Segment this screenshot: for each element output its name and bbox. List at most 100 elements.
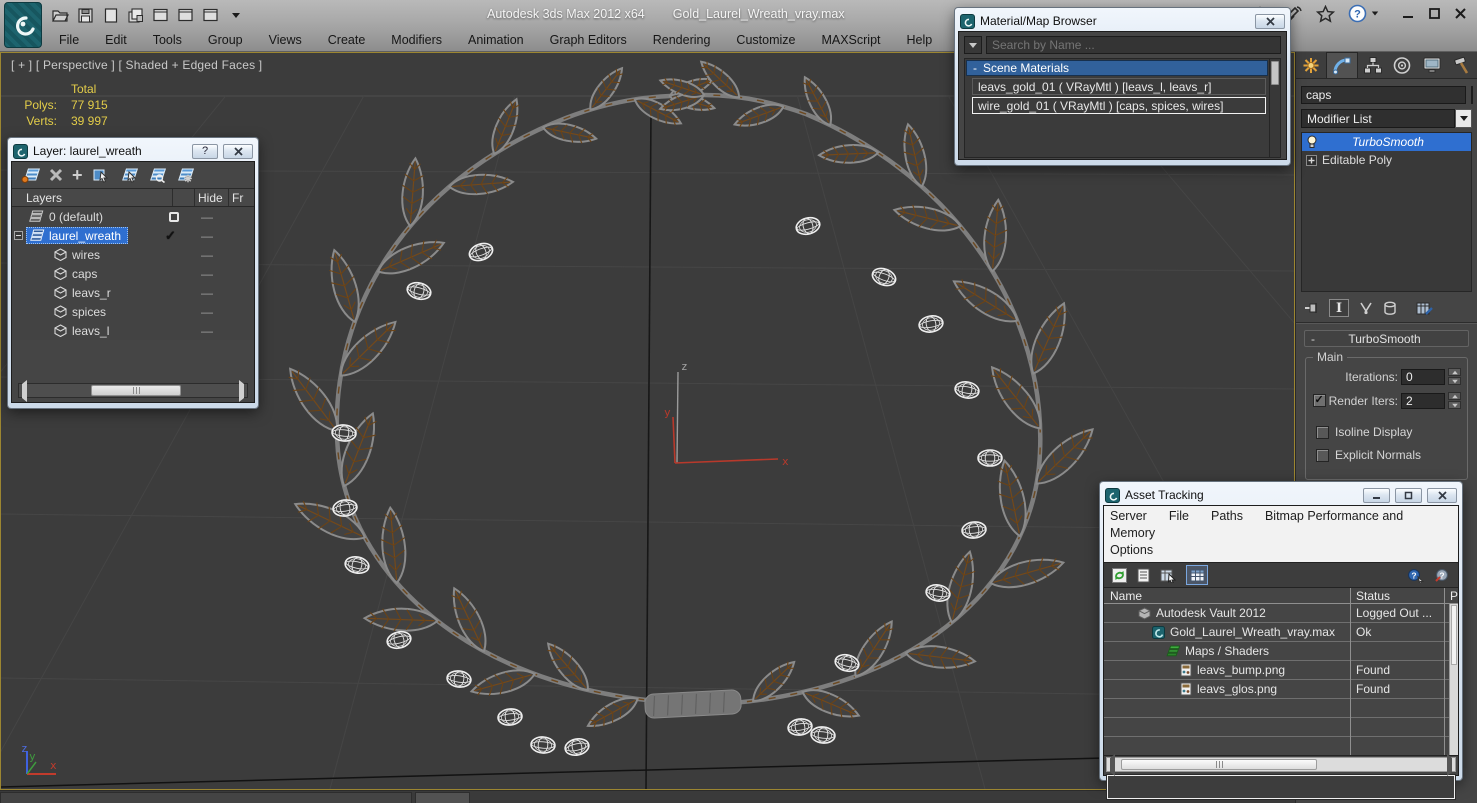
tab-create[interactable] [1296, 52, 1326, 78]
object-color-swatch[interactable] [1471, 86, 1473, 104]
turbosmooth-rollout-header[interactable]: - TurboSmooth [1304, 330, 1469, 347]
material-browser-close-button[interactable] [1255, 13, 1285, 29]
menu-animation[interactable]: Animation [455, 33, 537, 47]
viewport-label[interactable]: [ + ] [ Perspective ] [ Shaded + Edged F… [11, 58, 262, 72]
iterations-field[interactable]: 0 [1401, 368, 1445, 385]
hide-toggle[interactable]: — [190, 286, 224, 300]
tab-display[interactable] [1417, 52, 1447, 78]
menu-maxscript[interactable]: MAXScript [808, 33, 893, 47]
report-view-icon[interactable] [1137, 568, 1150, 583]
refresh-icon[interactable] [1112, 567, 1127, 583]
fetch-icon[interactable] [202, 7, 219, 24]
current-layer-check[interactable]: ✓ [165, 228, 176, 244]
menu-views[interactable]: Views [256, 33, 315, 47]
redo-icon[interactable] [177, 7, 194, 24]
tab-hierarchy[interactable] [1358, 52, 1388, 78]
menu-graph-editors[interactable]: Graph Editors [537, 33, 640, 47]
highlight-layer-icon[interactable] [147, 167, 166, 183]
scrollbar-thumb[interactable] [91, 385, 181, 396]
menu-tools[interactable]: Tools [140, 33, 195, 47]
tab-utilities[interactable] [1447, 52, 1477, 78]
material-item-leavs-gold[interactable]: leavs_gold_01 ( VRayMtl ) [leavs_l, leav… [972, 78, 1266, 95]
menu-server[interactable]: Server [1110, 509, 1147, 523]
asset-tracking-titlebar[interactable]: Asset Tracking [1103, 485, 1459, 505]
menu-group[interactable]: Group [195, 33, 256, 47]
toolbar-caret-down-icon[interactable] [227, 7, 244, 24]
menu-edit[interactable]: Edit [92, 33, 140, 47]
object-name-field[interactable] [1301, 86, 1466, 104]
asset-vertical-scrollbar[interactable] [1449, 604, 1458, 755]
column-hide[interactable]: Hide [194, 189, 228, 206]
layer-close-button[interactable] [223, 143, 253, 159]
close-button[interactable] [1454, 7, 1467, 20]
help-mode-icon[interactable]: ? [1408, 568, 1424, 583]
menu-file[interactable]: File [1169, 509, 1189, 523]
hide-toggle[interactable]: — [190, 267, 224, 281]
asset-close-button[interactable] [1427, 487, 1457, 503]
asset-minimize-button[interactable] [1363, 487, 1390, 503]
minimize-button[interactable] [1402, 7, 1415, 20]
hide-toggle[interactable]: — [190, 248, 224, 262]
material-search-input[interactable] [986, 36, 1281, 54]
menu-file[interactable]: File [46, 33, 92, 47]
scrollbar-thumb[interactable] [1121, 759, 1317, 770]
hide-toggle[interactable]: — [190, 324, 224, 338]
make-unique-icon[interactable] [1358, 301, 1374, 315]
current-layer-box[interactable] [169, 211, 179, 222]
column-layers[interactable]: Layers [12, 191, 172, 205]
scrollbar-thumb[interactable] [1451, 605, 1457, 665]
render-iters-field[interactable]: 2 [1401, 392, 1445, 409]
help-topics-icon[interactable]: ? [1434, 568, 1450, 583]
save-file-icon[interactable] [77, 7, 94, 24]
hide-toggle[interactable]: — [190, 305, 224, 319]
render-iters-spinner[interactable] [1448, 392, 1461, 409]
delete-layer-icon[interactable] [49, 168, 63, 182]
column-path[interactable]: P [1450, 589, 1458, 603]
layer-dialog-titlebar[interactable]: Layer: laurel_wreath ? [11, 141, 255, 161]
material-vertical-scrollbar[interactable] [1269, 59, 1280, 157]
layer-object-row[interactable]: wires — [12, 245, 254, 264]
layer-horizontal-scrollbar[interactable] [18, 379, 248, 402]
asset-row-vault[interactable]: Autodesk Vault 2012 Logged Out ... [1104, 604, 1458, 623]
asset-row-max-file[interactable]: Gold_Laurel_Wreath_vray.max Ok [1104, 623, 1458, 642]
new-document-icon[interactable] [102, 7, 119, 24]
menu-bitmap-performance[interactable]: Bitmap Performance and Memory [1110, 509, 1403, 540]
selected-layer[interactable]: laurel_wreath [26, 227, 129, 244]
scene-materials-section[interactable]: - Scene Materials [966, 60, 1268, 76]
undo-icon[interactable] [152, 7, 169, 24]
layer-help-button[interactable]: ? [192, 143, 218, 159]
hide-toggle[interactable]: — [190, 229, 224, 243]
select-layer-icon[interactable] [119, 167, 138, 183]
asset-row-bitmap[interactable]: leavs_bump.png Found [1104, 661, 1458, 680]
scrollbar-thumb[interactable] [1271, 61, 1279, 85]
menu-paths[interactable]: Paths [1211, 509, 1243, 523]
collapse-expander[interactable] [14, 231, 23, 240]
stack-item-turbosmooth[interactable]: TurboSmooth [1302, 133, 1471, 151]
browser-options-dropdown[interactable] [964, 36, 982, 54]
add-to-layer-icon[interactable]: + [72, 165, 83, 186]
remove-modifier-icon[interactable] [1383, 301, 1397, 316]
stack-item-editable-poly[interactable]: Editable Poly [1302, 151, 1471, 169]
layer-object-row[interactable]: leavs_l — [12, 321, 254, 340]
show-end-result-icon[interactable]: I [1329, 299, 1349, 317]
tab-modify[interactable] [1325, 52, 1358, 78]
configure-modifier-sets-icon[interactable] [1416, 301, 1433, 316]
modifier-list-arrow-button[interactable] [1455, 109, 1472, 128]
menu-help[interactable]: Help [894, 33, 946, 47]
layer-object-row[interactable]: leavs_r — [12, 283, 254, 302]
layer-object-row[interactable]: spices — [12, 302, 254, 321]
menu-options[interactable]: Options [1110, 543, 1153, 557]
asset-row-bitmap[interactable]: leavs_glos.png Found [1104, 680, 1458, 699]
menu-create[interactable]: Create [315, 33, 379, 47]
column-freeze[interactable]: Fr [228, 189, 254, 206]
favorites-star-icon[interactable] [1316, 4, 1335, 23]
app-logo-button[interactable] [4, 2, 42, 48]
material-item-wire-gold[interactable]: wire_gold_01 ( VRayMtl ) [caps, spices, … [972, 97, 1266, 114]
project-folder-icon[interactable] [127, 7, 144, 24]
layer-row-default[interactable]: 0 (default) — [12, 207, 254, 226]
create-layer-icon[interactable] [21, 167, 40, 183]
help-icon[interactable]: ? [1348, 4, 1379, 23]
modifier-list-dropdown[interactable]: Modifier List [1301, 109, 1455, 128]
render-iters-checkbox[interactable]: ✓ [1312, 394, 1326, 407]
select-asset-view-icon[interactable] [1160, 568, 1176, 583]
